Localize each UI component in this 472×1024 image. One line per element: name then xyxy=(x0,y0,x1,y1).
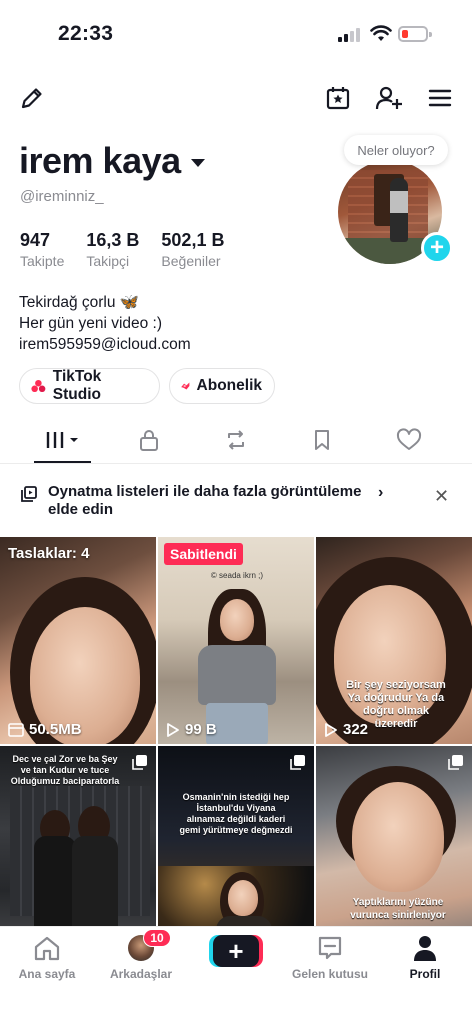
subscription-button[interactable]: Abonelik xyxy=(169,368,275,404)
profile-name-switcher[interactable]: irem kaya xyxy=(19,140,205,182)
caret-down-icon xyxy=(190,159,205,167)
repost-icon xyxy=(228,430,244,450)
view-count-text: 99 B xyxy=(185,721,217,738)
playlist-icon xyxy=(21,486,37,502)
username: @ireminniz_ xyxy=(20,188,104,205)
profile-stats: 947 Takipte 16,3 B Takipçi 502,1 B Beğen… xyxy=(20,230,246,269)
menu-icon[interactable] xyxy=(424,82,456,114)
stat-label: Takipte xyxy=(20,253,65,269)
calendar-star-icon[interactable] xyxy=(322,82,354,114)
nav-inbox-label: Gelen kutusu xyxy=(291,967,368,981)
status-time: 22:33 xyxy=(58,22,114,45)
video-overlay-text: Yaptıklarını yüzüne vurunca sinirleniyor xyxy=(350,897,446,921)
bio-email[interactable]: irem595959@icloud.com xyxy=(19,334,191,355)
heart-icon xyxy=(396,428,422,450)
active-tab-indicator xyxy=(34,461,91,463)
stat-following[interactable]: 947 Takipte xyxy=(20,230,64,269)
video-thumbnail-drafts[interactable]: Taslaklar: 4 50.5MB xyxy=(0,537,156,744)
battery-icon xyxy=(398,26,432,42)
bookmark-icon xyxy=(315,430,329,450)
signal-icon xyxy=(338,28,362,42)
status-bar: 22:33 xyxy=(0,0,472,70)
video-thumbnail[interactable]: Dec ve çal Zor ve ba Şey ve tan Kudur ve… xyxy=(0,746,156,953)
video-thumbnail[interactable]: Osmanin'nin istediği hep İstanbul'du Viy… xyxy=(158,746,314,953)
home-icon xyxy=(34,936,60,961)
wifi-icon xyxy=(370,25,392,41)
playlist-promo-banner[interactable]: Oynatma listeleri ile daha fazla görüntü… xyxy=(0,472,472,530)
chevron-right-icon: › xyxy=(378,484,384,501)
profile-person-icon xyxy=(414,936,436,961)
bio: Tekirdağ çorlu 🦋 Her gün yeni video :) ir… xyxy=(19,292,191,355)
nav-friends-label: Arkadaşlar xyxy=(109,967,173,981)
tab-private[interactable] xyxy=(129,424,169,456)
add-story-plus-icon[interactable]: + xyxy=(421,232,453,264)
display-name: irem kaya xyxy=(19,140,181,181)
add-user-icon[interactable] xyxy=(372,82,406,114)
lock-icon xyxy=(140,430,158,451)
bio-line: Her gün yeni video :) xyxy=(19,315,163,332)
butterfly-icon: 🦋 xyxy=(119,294,139,311)
storage-icon xyxy=(8,722,24,737)
grid-videos-icon xyxy=(45,432,78,448)
create-button[interactable]: + xyxy=(209,935,263,967)
stat-value: 947 xyxy=(20,230,51,250)
status-bubble[interactable]: Neler oluyor? xyxy=(344,135,448,165)
subscription-label: Abonelik xyxy=(196,377,262,394)
plus-icon: + xyxy=(213,935,259,967)
nav-inbox[interactable]: Gelen kutusu xyxy=(285,933,375,981)
multi-photo-icon xyxy=(290,755,305,770)
play-icon xyxy=(167,722,179,737)
nav-home[interactable]: Ana sayfa xyxy=(2,933,92,981)
nav-home-label: Ana sayfa xyxy=(18,967,76,981)
stat-value: 16,3 B xyxy=(86,230,140,250)
nav-profile[interactable]: Profil xyxy=(380,933,470,981)
video-size: 50.5MB xyxy=(8,721,82,738)
video-overlay-text: © seada ikrn ;) xyxy=(210,571,264,580)
tab-reposts[interactable] xyxy=(216,424,256,456)
tab-liked[interactable] xyxy=(389,424,429,456)
view-count: 322 xyxy=(324,721,368,738)
nav-friends[interactable]: Arkadaşlar xyxy=(96,933,186,981)
banner-text: Oynatma listeleri ile daha fazla görüntü… xyxy=(48,483,362,518)
nav-profile-label: Profil xyxy=(409,967,441,981)
multi-photo-icon xyxy=(132,755,147,770)
drafts-label: Taslaklar: 4 xyxy=(8,545,90,562)
subscription-icon xyxy=(181,382,190,390)
stat-label: Takipçi xyxy=(86,253,130,269)
video-thumbnail[interactable]: Bir şey seziyorsam Ya doğrudur Ya da doğ… xyxy=(316,537,472,744)
video-overlay-text: Dec ve çal Zor ve ba Şey ve tan Kudur ve… xyxy=(10,754,120,786)
tiktok-studio-button[interactable]: TikTok Studio xyxy=(19,368,160,404)
edit-pencil-icon[interactable] xyxy=(16,82,48,114)
play-icon xyxy=(325,722,337,737)
video-grid: Taslaklar: 4 50.5MB © seada ikrn ;) Sabi… xyxy=(0,537,472,953)
video-thumbnail-pinned[interactable]: © seada ikrn ;) Sabitlendi 99 B xyxy=(158,537,314,744)
stat-value: 502,1 B xyxy=(161,230,225,250)
tab-videos[interactable] xyxy=(40,424,86,456)
view-count: 99 B xyxy=(166,721,217,738)
multi-photo-icon xyxy=(448,755,463,770)
pinned-label: Sabitlendi xyxy=(164,543,243,565)
video-thumbnail[interactable]: Yaptıklarını yüzüne vurunca sinirleniyor xyxy=(316,746,472,953)
view-count-text: 322 xyxy=(343,721,369,738)
video-size-text: 50.5MB xyxy=(29,721,82,738)
profile-tabs xyxy=(0,418,472,464)
inbox-icon xyxy=(318,936,342,960)
stat-likes[interactable]: 502,1 B Beğeniler xyxy=(161,230,224,269)
bio-line: Tekirdağ çorlu xyxy=(19,294,116,311)
stat-label: Beğeniler xyxy=(161,253,221,269)
studio-label: TikTok Studio xyxy=(52,368,102,403)
friends-notification-badge: 10 xyxy=(143,929,171,947)
studio-icon xyxy=(31,379,46,393)
stat-followers[interactable]: 16,3 B Takipçi xyxy=(86,230,139,269)
close-icon[interactable]: ✕ xyxy=(434,486,449,507)
bottom-navigation: Ana sayfa Arkadaşlar 10 + Gelen kutusu P… xyxy=(0,926,472,1024)
video-overlay-text: Osmanin'nin istediği hep İstanbul'du Viy… xyxy=(179,792,293,835)
tab-saved[interactable] xyxy=(302,424,342,456)
